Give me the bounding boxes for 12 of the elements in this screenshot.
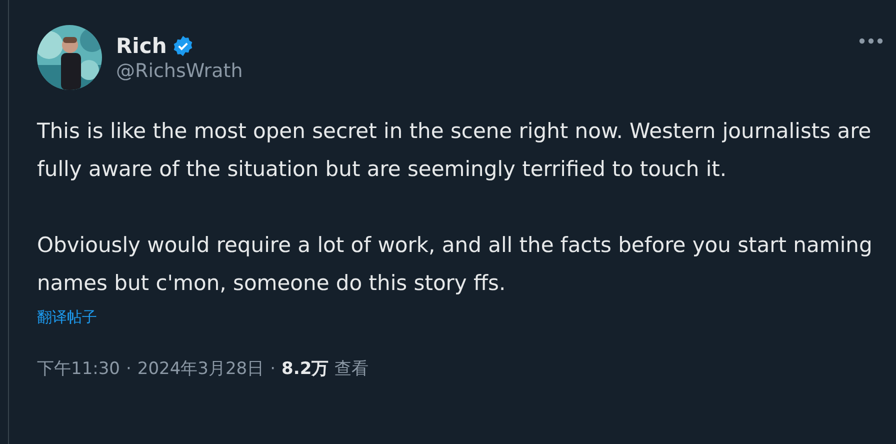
tweet-text: Obviously would require a lot of work, and all the facts before you start naming names but c'mon, someone do this story ffs. <box>37 232 874 297</box>
separator-dot: · <box>126 359 132 379</box>
separator-dot: · <box>270 359 276 379</box>
post-time[interactable]: 下午11:30 <box>37 357 120 380</box>
author-name[interactable]: Rich <box>116 34 167 58</box>
more-options-icon[interactable] <box>858 37 884 45</box>
views-label: 查看 <box>334 358 369 380</box>
author-handle[interactable]: @RichsWrath <box>116 60 243 82</box>
post-date[interactable]: 2024年3月28日 <box>137 357 264 380</box>
tweet-text: This is like the most open secret in the scene right now. Western journalists are fully aware of the situation but are seemingly terrified to touch it. <box>37 118 872 183</box>
view-count: 8.2万 <box>282 358 329 380</box>
translate-link[interactable]: 翻译帖子 <box>37 308 97 327</box>
